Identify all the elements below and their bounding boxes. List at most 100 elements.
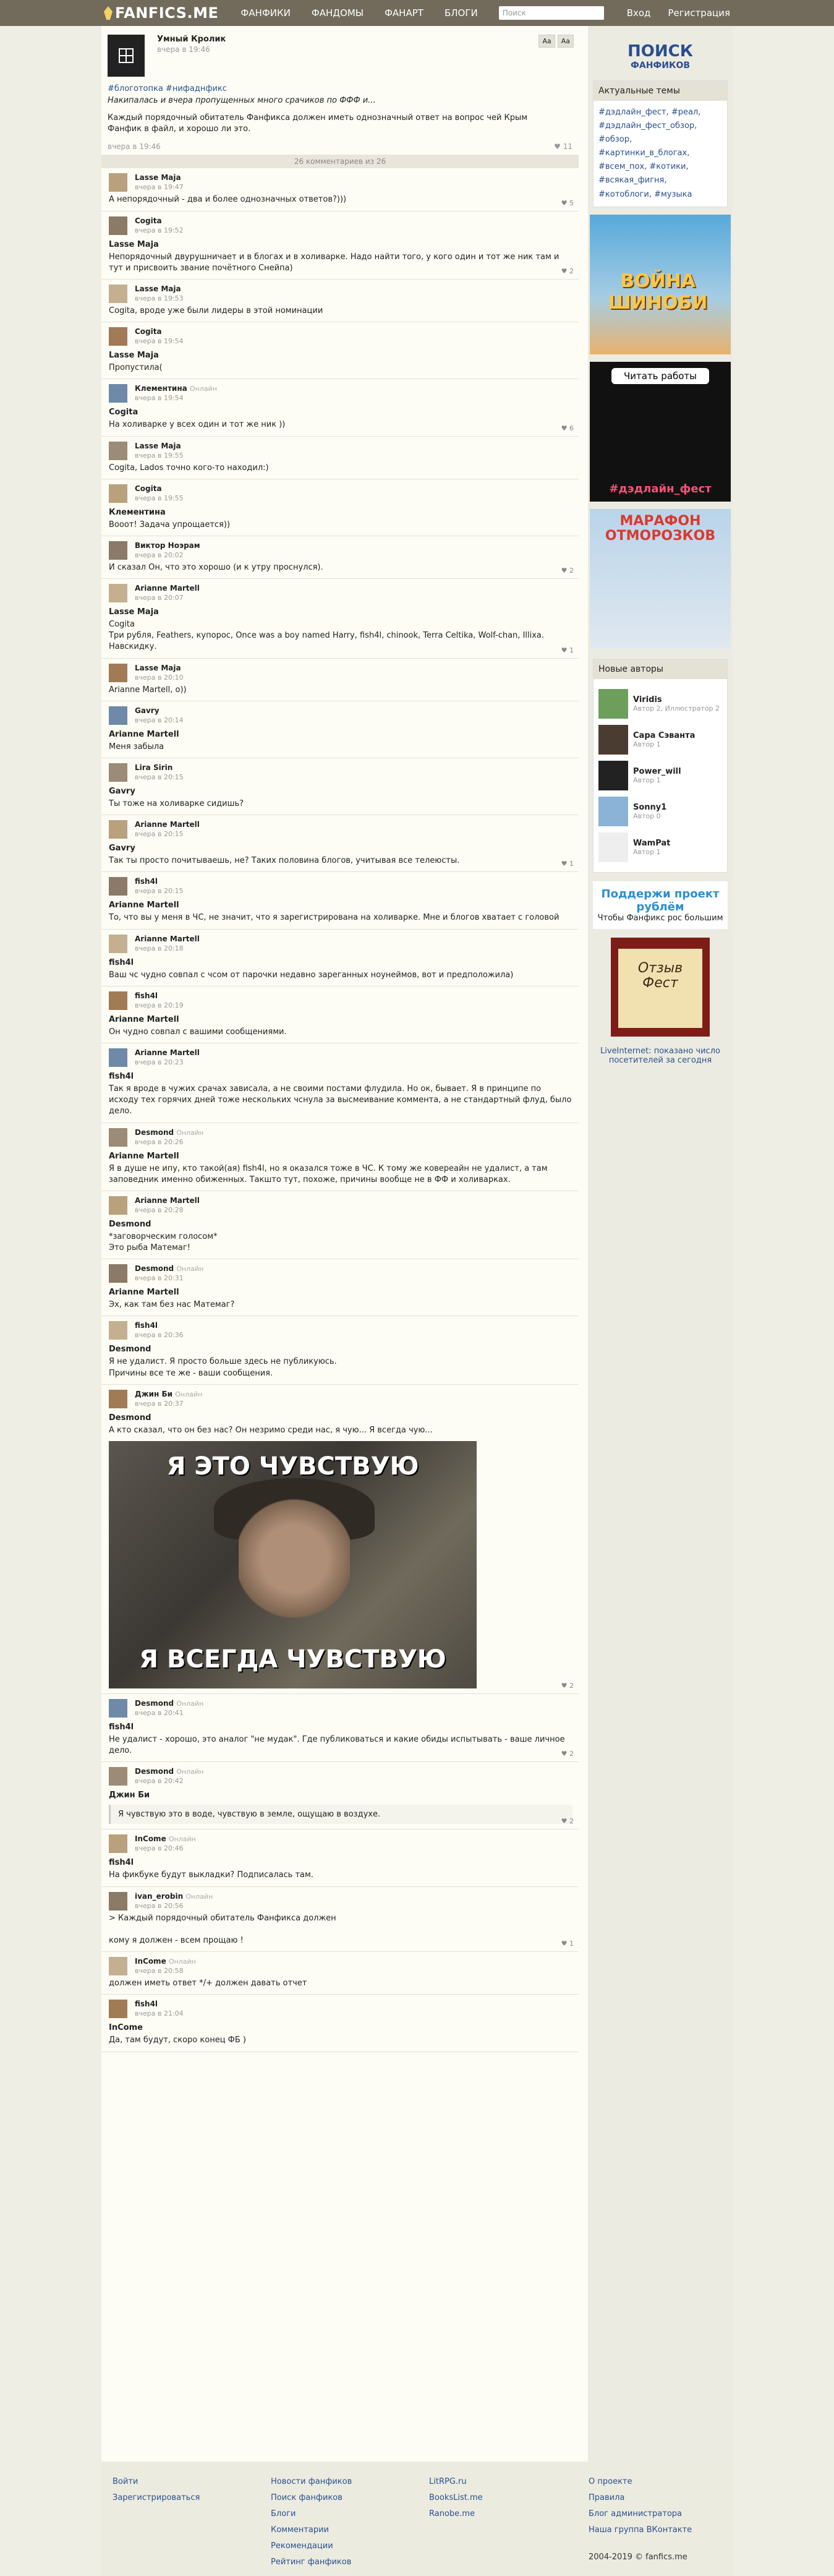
comment-author[interactable]: Arianne Martell [135, 820, 200, 829]
comment-likes[interactable]: ♥ 1 [561, 1940, 574, 1948]
comment-author[interactable]: Arianne Martell [135, 584, 200, 593]
footer-litrpg[interactable]: LitRPG.ru [429, 2474, 483, 2490]
nav-fanart[interactable]: ФАНАРТ [385, 7, 423, 19]
site-logo[interactable]: FANFICS.ME [104, 4, 218, 22]
comment-author[interactable]: InCome Онлайн [135, 1957, 196, 1966]
reply-to[interactable]: fish4l [109, 1858, 572, 1867]
comment-author[interactable]: InCome Онлайн [135, 1834, 196, 1843]
comment-likes[interactable]: ♥ 1 [561, 860, 574, 868]
avatar[interactable] [109, 1321, 127, 1340]
footer-blogs[interactable]: Блоги [271, 2506, 352, 2522]
comment-author[interactable]: Lasse Maja [135, 442, 184, 450]
avatar[interactable] [109, 877, 127, 896]
avatar[interactable] [109, 541, 127, 560]
author-name[interactable]: Power_will [633, 767, 681, 776]
comment-author[interactable]: fish4l [135, 991, 184, 1000]
comment-author[interactable]: fish4l [135, 1321, 184, 1330]
author-item[interactable]: WamPat Автор 1 [598, 832, 722, 862]
topics-list[interactable]: #дэдлайн_фест, #реал, #дэдлайн_фест_обзо… [594, 101, 727, 207]
comment-author[interactable]: Клементина Онлайн [135, 384, 217, 393]
footer-comments[interactable]: Комментарии [271, 2522, 352, 2538]
reply-to[interactable]: Desmond [109, 1345, 572, 1354]
avatar[interactable] [109, 327, 127, 346]
reply-to[interactable]: Lasse Maja [109, 240, 572, 249]
comment-author[interactable]: fish4l [135, 877, 184, 886]
comment-likes[interactable]: ♥ 2 [561, 567, 574, 575]
comment-author[interactable]: Lasse Maja [135, 173, 184, 182]
avatar[interactable] [109, 934, 127, 953]
reply-to[interactable]: fish4l [109, 958, 572, 967]
avatar[interactable] [109, 584, 127, 603]
avatar[interactable] [109, 1196, 127, 1215]
footer-login[interactable]: Войти [113, 2474, 200, 2490]
avatar[interactable] [109, 1957, 127, 1976]
reply-to[interactable]: Клементина [109, 508, 572, 517]
comment-author[interactable]: Desmond Онлайн [135, 1699, 203, 1708]
font-larger-button[interactable]: Aa [557, 35, 574, 48]
author-name[interactable]: Viridis [633, 695, 720, 704]
reply-to[interactable]: Arianne Martell [109, 1015, 572, 1024]
avatar[interactable] [109, 1891, 127, 1911]
comment-likes[interactable]: ♥ 2 [561, 267, 574, 275]
comment-author[interactable]: Desmond Онлайн [135, 1128, 203, 1137]
font-smaller-button[interactable]: Aa [538, 35, 555, 48]
nav-fanfics[interactable]: ФАНФИКИ [240, 7, 290, 19]
author-item[interactable]: Sonny1 Автор 0 [598, 796, 722, 826]
support-block[interactable]: Поддержи проект рублём Чтобы Фанфикс рос… [593, 881, 728, 929]
footer-bookslist[interactable]: BooksList.me [429, 2490, 483, 2506]
search-fanfics-logo[interactable]: ПОИСК ФАНФИКОВ [588, 42, 733, 71]
comment-author[interactable]: Cogita [135, 484, 184, 493]
reply-to[interactable]: Lasse Maja [109, 607, 572, 617]
author-item[interactable]: Viridis Автор 2, Иллюстратор 2 [598, 688, 722, 719]
author-item[interactable]: Сара Сэванта Автор 1 [598, 724, 722, 755]
reply-to[interactable]: Desmond [109, 1413, 572, 1423]
footer-search[interactable]: Поиск фанфиков [271, 2490, 352, 2506]
comment-author[interactable]: Cogita [135, 327, 184, 336]
reply-to[interactable]: Gavry [109, 787, 572, 796]
comment-author[interactable]: Arianne Martell [135, 1048, 200, 1057]
comment-author[interactable]: Lasse Maja [135, 664, 184, 672]
avatar[interactable] [109, 1264, 127, 1283]
avatar[interactable] [109, 1834, 127, 1854]
post-likes[interactable]: ♥ 11 [554, 142, 572, 151]
login-link[interactable]: Вход [627, 7, 651, 19]
nav-blogs[interactable]: БЛОГИ [445, 7, 478, 19]
avatar[interactable] [598, 688, 628, 719]
avatar[interactable] [109, 1389, 127, 1408]
comment-author[interactable]: Джин Би Онлайн [135, 1390, 202, 1398]
comment-likes[interactable]: ♥ 6 [561, 424, 574, 432]
search-input[interactable]: Поиск [498, 6, 604, 20]
footer-register[interactable]: Зарегистрироваться [113, 2490, 200, 2506]
reply-to[interactable]: Gavry [109, 844, 572, 853]
comment-likes[interactable]: ♥ 5 [561, 199, 574, 207]
avatar[interactable] [109, 763, 127, 782]
footer-ranobe[interactable]: Ranobe.me [429, 2506, 483, 2522]
comment-author[interactable]: ivan_erobin Онлайн [135, 1892, 213, 1901]
reply-to[interactable]: Arianne Martell [109, 901, 572, 910]
footer-rules[interactable]: Правила [589, 2490, 692, 2506]
avatar[interactable] [109, 484, 127, 503]
comment-author[interactable]: Lira Sirin [135, 763, 184, 772]
post-tags[interactable]: #блоготопка #нифаднфикс [108, 84, 579, 93]
reply-to[interactable]: Lasse Maja [109, 351, 572, 360]
avatar[interactable] [598, 760, 628, 790]
avatar[interactable] [109, 1699, 127, 1718]
comment-author[interactable]: fish4l [135, 2000, 184, 2008]
avatar[interactable] [598, 724, 628, 755]
liveinternet-counter[interactable]: LiveInternet: показано число посетителей… [588, 1046, 733, 1065]
footer-about[interactable]: О проекте [589, 2474, 692, 2490]
reply-to[interactable]: Cogita [109, 408, 572, 417]
footer-vk-group[interactable]: Наша группа ВКонтакте [589, 2522, 692, 2538]
author-item[interactable]: Power_will Автор 1 [598, 760, 722, 790]
comment-author[interactable]: Виктор Ноэрам [135, 541, 200, 550]
author-avatar[interactable] [108, 35, 145, 77]
comment-likes[interactable]: ♥ 2 [561, 1682, 574, 1690]
nav-fandoms[interactable]: ФАНДОМЫ [312, 7, 364, 19]
comment-author[interactable]: Arianne Martell [135, 1196, 200, 1205]
avatar[interactable] [109, 173, 127, 192]
comment-likes[interactable]: ♥ 1 [561, 646, 574, 654]
avatar[interactable] [598, 796, 628, 826]
avatar[interactable] [109, 384, 127, 403]
author-name[interactable]: Сара Сэванта [633, 731, 695, 740]
comment-author[interactable]: Desmond Онлайн [135, 1767, 203, 1776]
